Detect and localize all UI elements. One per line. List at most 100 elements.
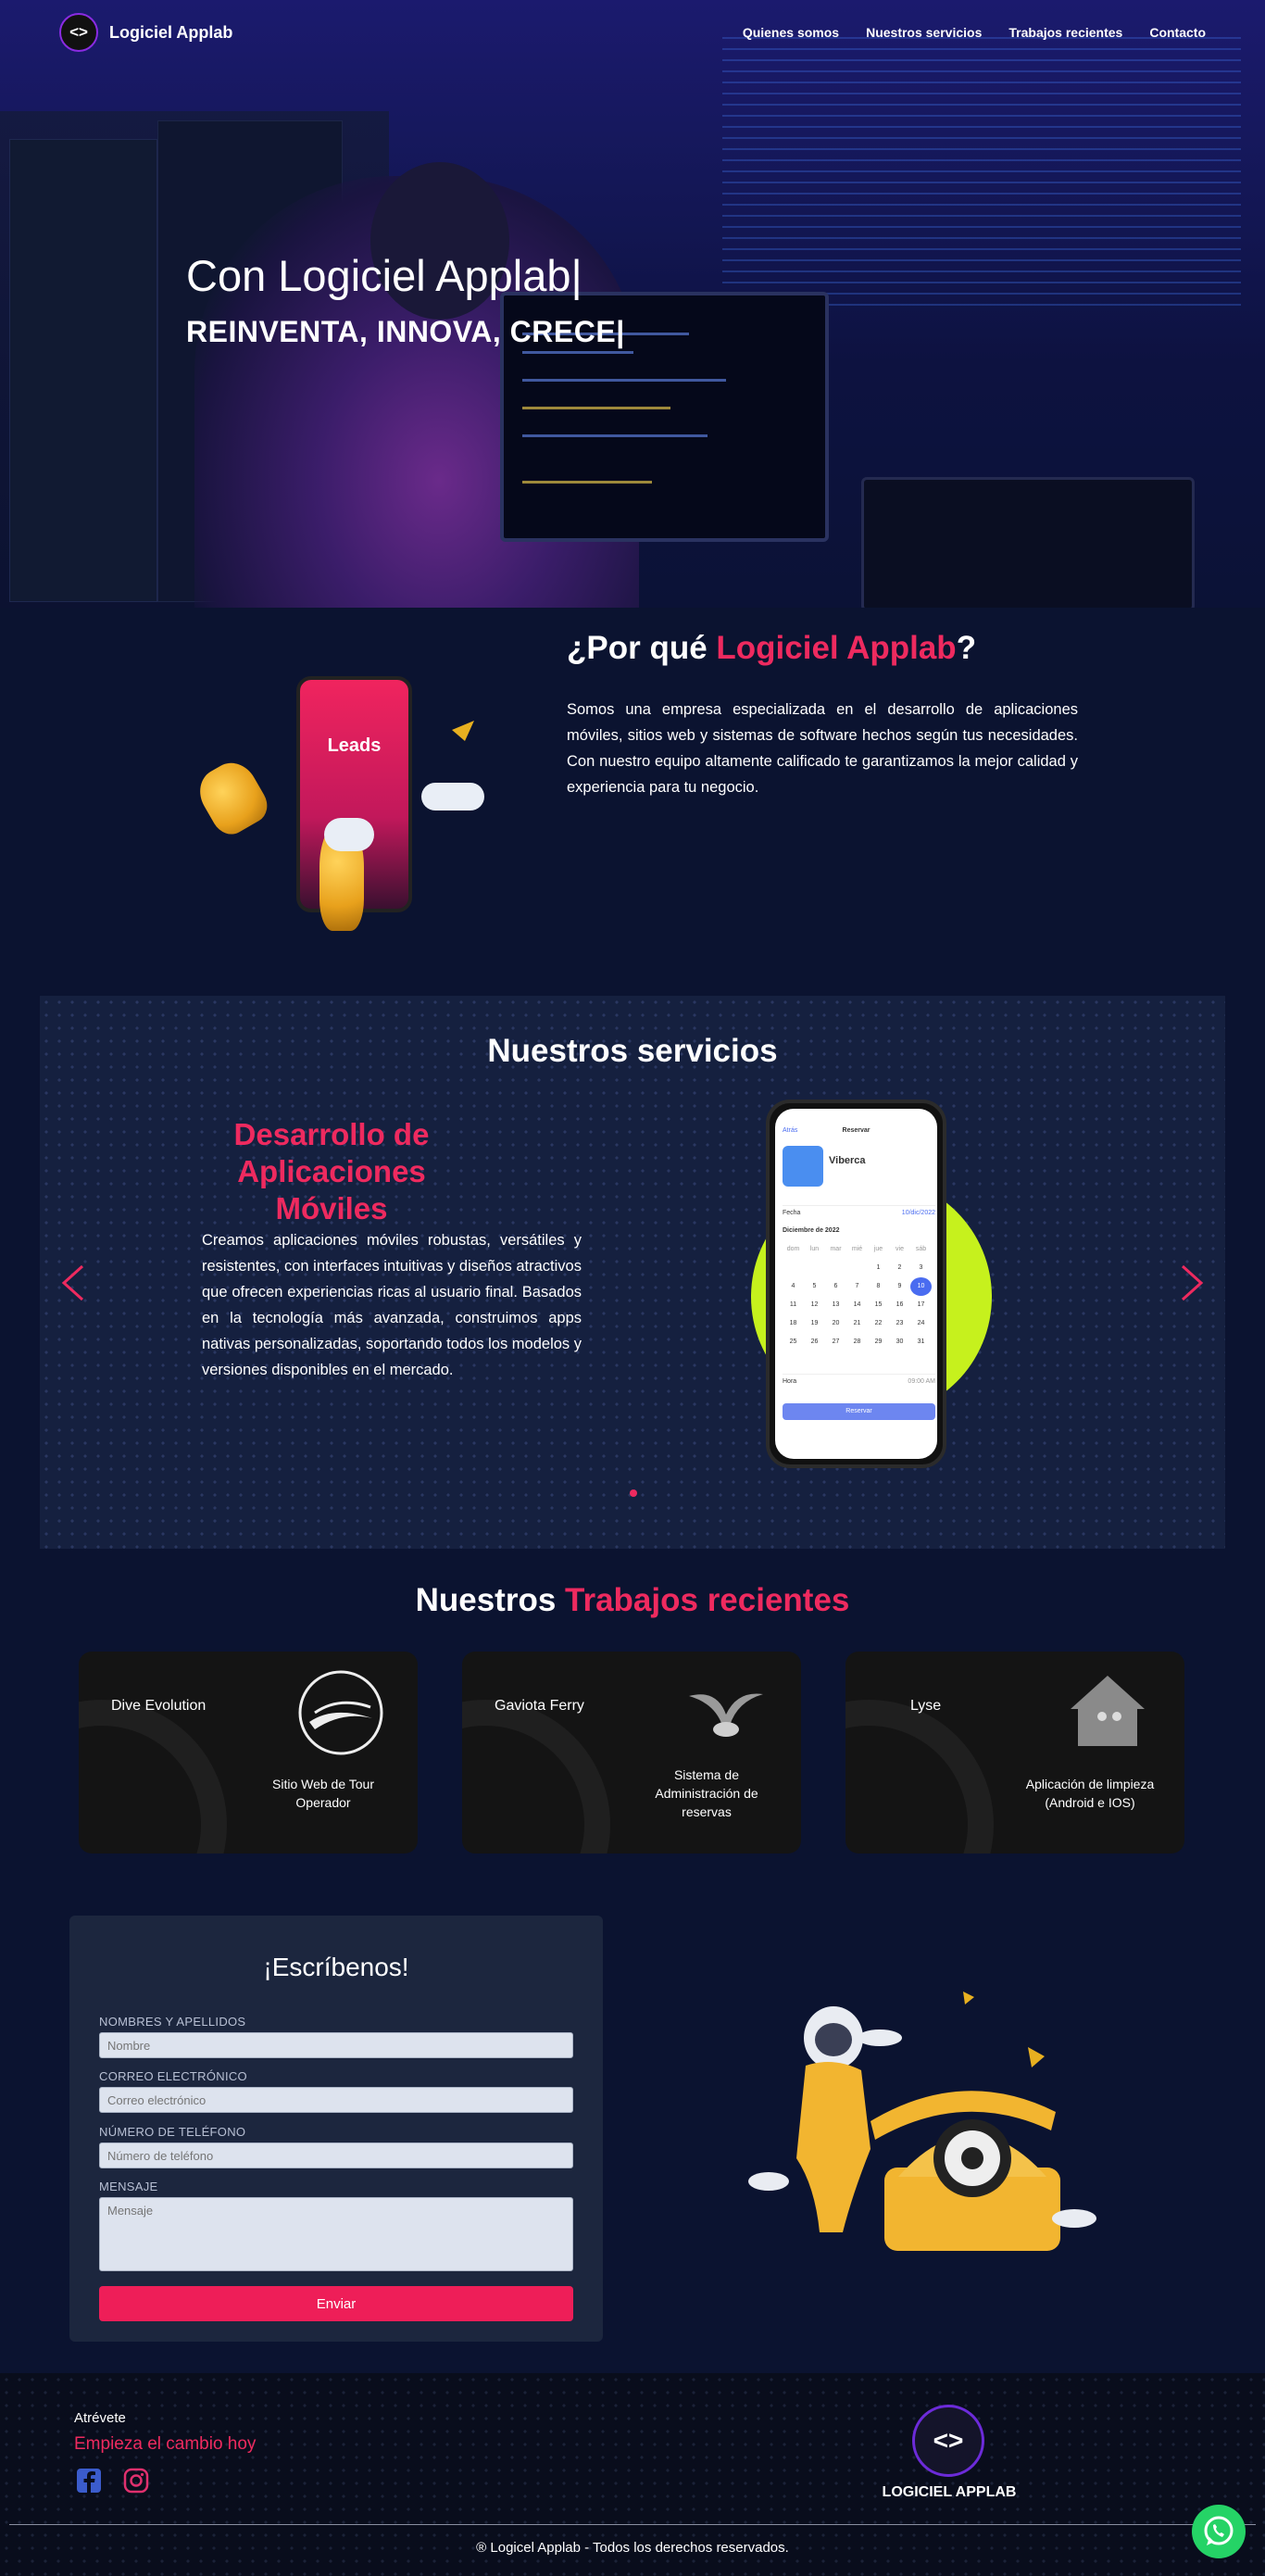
calendar-day: dom	[786, 1246, 800, 1252]
hero-title: Con Logiciel Applab|	[186, 251, 582, 300]
calendar-day: 7	[855, 1283, 859, 1289]
nav-link-trabajos[interactable]: Trabajos recientes	[1008, 25, 1122, 40]
carousel-prev-arrow-icon[interactable]	[60, 1264, 86, 1301]
service-slide-text: Creamos aplicaciones móviles robustas, v…	[202, 1232, 582, 1378]
calendar-day: 27	[832, 1338, 840, 1345]
nav-link-servicios[interactable]: Nuestros servicios	[866, 25, 982, 40]
service-slide-title: Desarrollo de Aplicaciones Móviles	[233, 1117, 430, 1225]
calendar-day: 15	[874, 1301, 883, 1308]
name-label: NOMBRES Y APELLIDOS	[99, 2015, 246, 2029]
calendar-day: jue	[873, 1246, 883, 1252]
main-nav: Quienes somos Nuestros servicios Trabajo…	[743, 25, 1206, 40]
calendar-day: lun	[809, 1246, 820, 1252]
calendar-day: 3	[919, 1264, 923, 1271]
calendar-day: 26	[810, 1338, 819, 1345]
works-title: Nuestros Trabajos recientes	[415, 1582, 850, 1618]
carousel-next-arrow-icon[interactable]	[1179, 1264, 1205, 1301]
calendar-day: 23	[896, 1320, 904, 1326]
calendar-day: 17	[917, 1301, 925, 1308]
hero-second-monitor	[861, 477, 1195, 608]
calendar-grid[interactable]: dom lun mar mié jue vie sáb 1 2 3 4 5 6 7 8 9 10 11 12 13 14…	[783, 1240, 935, 1351]
footer-cta-text: Empieza el cambio hoy	[74, 2434, 257, 2454]
work-card-name: Lyse	[910, 1698, 942, 1714]
calendar-day: 4	[791, 1283, 795, 1289]
cloud-image	[324, 818, 374, 851]
calendar-day: 24	[917, 1320, 925, 1326]
calendar-day: 28	[853, 1338, 861, 1345]
wave-logo-icon	[298, 1670, 383, 1755]
nav-link-contacto[interactable]: Contacto	[1149, 25, 1206, 40]
work-card-name: Gaviota Ferry	[495, 1698, 584, 1714]
calendar-day: 1	[876, 1264, 881, 1271]
calendar-day: 20	[832, 1320, 840, 1326]
astronaut-telephone-image	[748, 1992, 1096, 2251]
work-card-description: Sitio Web de Tour Operador	[272, 1777, 374, 1810]
whatsapp-button[interactable]	[1192, 2505, 1246, 2558]
calendar-day: mié	[851, 1246, 863, 1252]
logo-icon: <>	[59, 12, 99, 52]
work-card-dive-evolution[interactable]: Dive Evolution Sitio Web de Tour Operado…	[79, 1652, 418, 1853]
calendar-day: 18	[789, 1320, 797, 1326]
calendar-day: 10	[910, 1277, 932, 1296]
calendar-day: 21	[853, 1320, 861, 1326]
calendar-day: 19	[810, 1320, 819, 1326]
email-field[interactable]	[99, 2087, 573, 2113]
calendar-day: 8	[876, 1283, 881, 1289]
calendar-day: 6	[833, 1283, 838, 1289]
calendar-day: vie	[896, 1246, 904, 1252]
contact-title: ¡Escríbenos!	[263, 1953, 409, 1981]
work-card-description: Sistema de Administración de reservas	[655, 1767, 758, 1819]
name-field[interactable]	[99, 2032, 573, 2058]
footer-dare-text: Atrévete	[74, 2410, 126, 2426]
calendar-day: 25	[789, 1338, 797, 1345]
calendar-day: 16	[896, 1301, 904, 1308]
contact-form: ¡Escríbenos! NOMBRES Y APELLIDOS CORREO …	[69, 1916, 603, 2342]
footer-logo-icon[interactable]: <>	[912, 2405, 984, 2477]
why-illustration: Leads	[191, 662, 500, 949]
why-description: Somos una empresa especializada en el de…	[567, 701, 1078, 796]
brand-name: Logiciel Applab	[109, 22, 233, 42]
footer-logo-text: LOGICIEL APPLAB	[882, 2484, 1017, 2500]
calendar-day: 11	[789, 1301, 797, 1308]
work-card-gaviota-ferry[interactable]: Gaviota Ferry Sistema de Administración …	[462, 1652, 801, 1853]
calendar-day: 13	[832, 1301, 840, 1308]
leads-label: Leads	[327, 735, 382, 756]
phone-field[interactable]	[99, 2142, 573, 2168]
facebook-icon[interactable]	[76, 2468, 102, 2494]
calendar-day: 9	[897, 1283, 902, 1289]
paper-plane-icon	[452, 721, 474, 741]
calendar-day: 31	[917, 1338, 925, 1345]
email-label: CORREO ELECTRÓNICO	[99, 2069, 247, 2083]
work-card-lyse[interactable]: Lyse Aplicación de limpieza (Android e I…	[845, 1652, 1184, 1853]
calendar-day: 29	[874, 1338, 883, 1345]
calendar-day: sáb	[915, 1246, 927, 1252]
reserve-button: Reservar	[783, 1403, 935, 1420]
calendar-day: 2	[897, 1264, 902, 1271]
nav-link-quienes-somos[interactable]: Quienes somos	[743, 25, 839, 40]
whatsapp-icon	[1204, 2516, 1234, 2545]
phone-label: NÚMERO DE TELÉFONO	[99, 2125, 246, 2139]
calendar-day: mar	[830, 1246, 842, 1252]
footer-divider	[9, 2524, 1256, 2525]
calendar-day: 14	[853, 1301, 861, 1308]
send-button[interactable]: Enviar	[99, 2286, 573, 2321]
work-card-description: Aplicación de limpieza (Android e IOS)	[1025, 1777, 1155, 1810]
carousel-indicator[interactable]	[630, 1489, 637, 1497]
message-label: MENSAJE	[99, 2180, 158, 2193]
why-title: ¿Por qué Logiciel Applab?	[567, 630, 977, 666]
hero-code-background	[722, 28, 1241, 306]
rocket-astronaut-image	[191, 754, 274, 841]
seagull-icon	[689, 1693, 763, 1737]
app-icon	[783, 1146, 823, 1187]
cloud-image	[421, 783, 484, 810]
services-title: Nuestros servicios	[487, 1033, 778, 1069]
calendar-day: 22	[874, 1320, 883, 1326]
message-field[interactable]	[99, 2197, 573, 2271]
work-card-name: Dive Evolution	[111, 1698, 207, 1714]
nav-logo[interactable]: <> Logiciel Applab	[59, 12, 233, 52]
footer: Atrévete Empieza el cambio hoy <> LOGICI…	[0, 2373, 1265, 2576]
house-logo-icon	[1071, 1676, 1145, 1746]
hero-subtitle: REINVENTA, INNOVA, CRECE|	[186, 315, 625, 348]
instagram-icon[interactable]	[123, 2468, 149, 2494]
calendar-day: 30	[896, 1338, 904, 1345]
